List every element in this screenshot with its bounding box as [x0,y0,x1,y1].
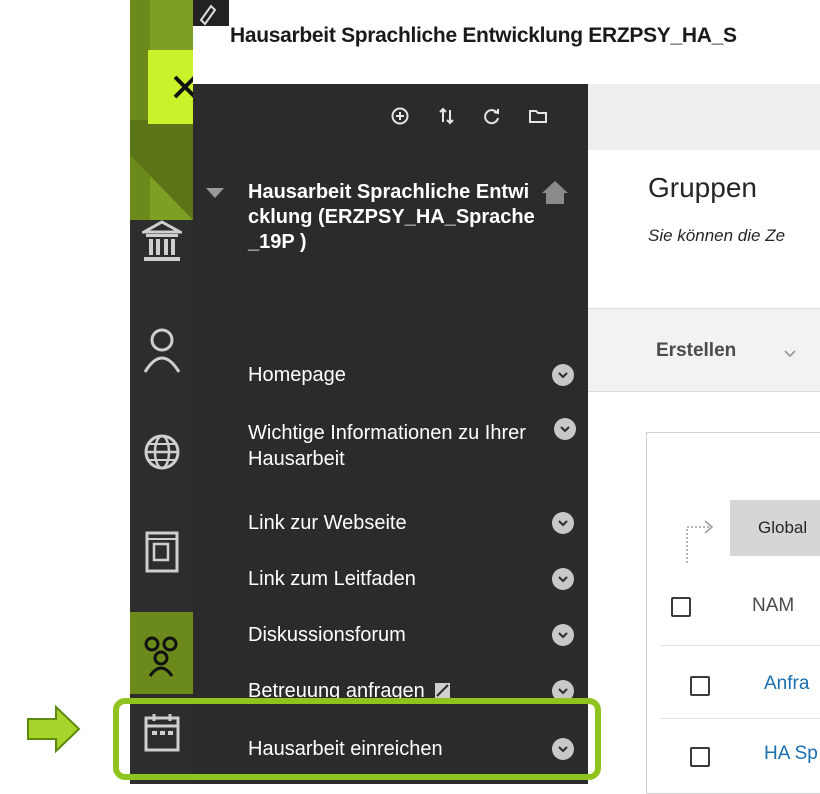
folder-icon[interactable] [526,104,550,128]
column-header-name[interactable]: NAM [752,595,794,617]
courses-icon[interactable] [138,528,186,576]
user-icon[interactable] [138,326,186,374]
page-title: Gruppen [648,172,757,203]
row-checkbox[interactable] [690,676,710,696]
globe-icon[interactable] [138,428,186,476]
refresh-icon[interactable] [480,104,504,128]
chevron-down-icon[interactable] [552,512,574,534]
content-header-bar [588,84,820,150]
group-name-link[interactable]: HA Sp [764,743,818,765]
groups-icon[interactable] [138,632,186,680]
highlight-box [113,698,601,780]
reorder-icon[interactable] [434,104,458,128]
course-menu-title[interactable]: Hausarbeit Sprachliche Entwicklung (ERZP… [248,180,538,255]
home-icon[interactable] [540,178,570,206]
page-subtitle: Sie können die Ze [648,226,786,245]
row-divider [660,645,820,646]
collapse-caret-icon[interactable] [206,188,224,198]
create-button[interactable]: Erstellen [656,340,736,362]
logo-icon [193,0,229,26]
menu-item-homepage[interactable]: Homepage [248,362,548,388]
menu-item-wichtige-informationen[interactable]: Wichtige Informationen zu Ihrer Hausarbe… [248,420,558,472]
chevron-down-icon[interactable] [554,418,576,440]
chevron-down-icon[interactable] [784,346,796,358]
institution-icon[interactable] [138,218,186,266]
chevron-down-icon[interactable] [552,624,574,646]
menu-item-link-leitfaden[interactable]: Link zum Leitfaden [248,566,548,592]
global-button[interactable]: Global [730,500,820,556]
row-divider [660,718,820,719]
chevron-down-icon[interactable] [552,364,574,386]
course-title-bar: Hausarbeit Sprachliche Entwicklung ERZPS… [230,24,737,47]
bulk-action-arrow-icon [683,513,719,565]
add-icon[interactable] [388,104,412,128]
row-checkbox[interactable] [690,747,710,767]
menu-item-link-webseite[interactable]: Link zur Webseite [248,510,548,536]
menu-item-diskussionsforum[interactable]: Diskussionsforum [248,622,548,648]
divider [588,391,820,392]
select-all-checkbox[interactable] [671,597,691,617]
arrow-right-icon [26,703,82,755]
group-name-link[interactable]: Anfra [764,673,809,695]
chevron-down-icon[interactable] [552,568,574,590]
